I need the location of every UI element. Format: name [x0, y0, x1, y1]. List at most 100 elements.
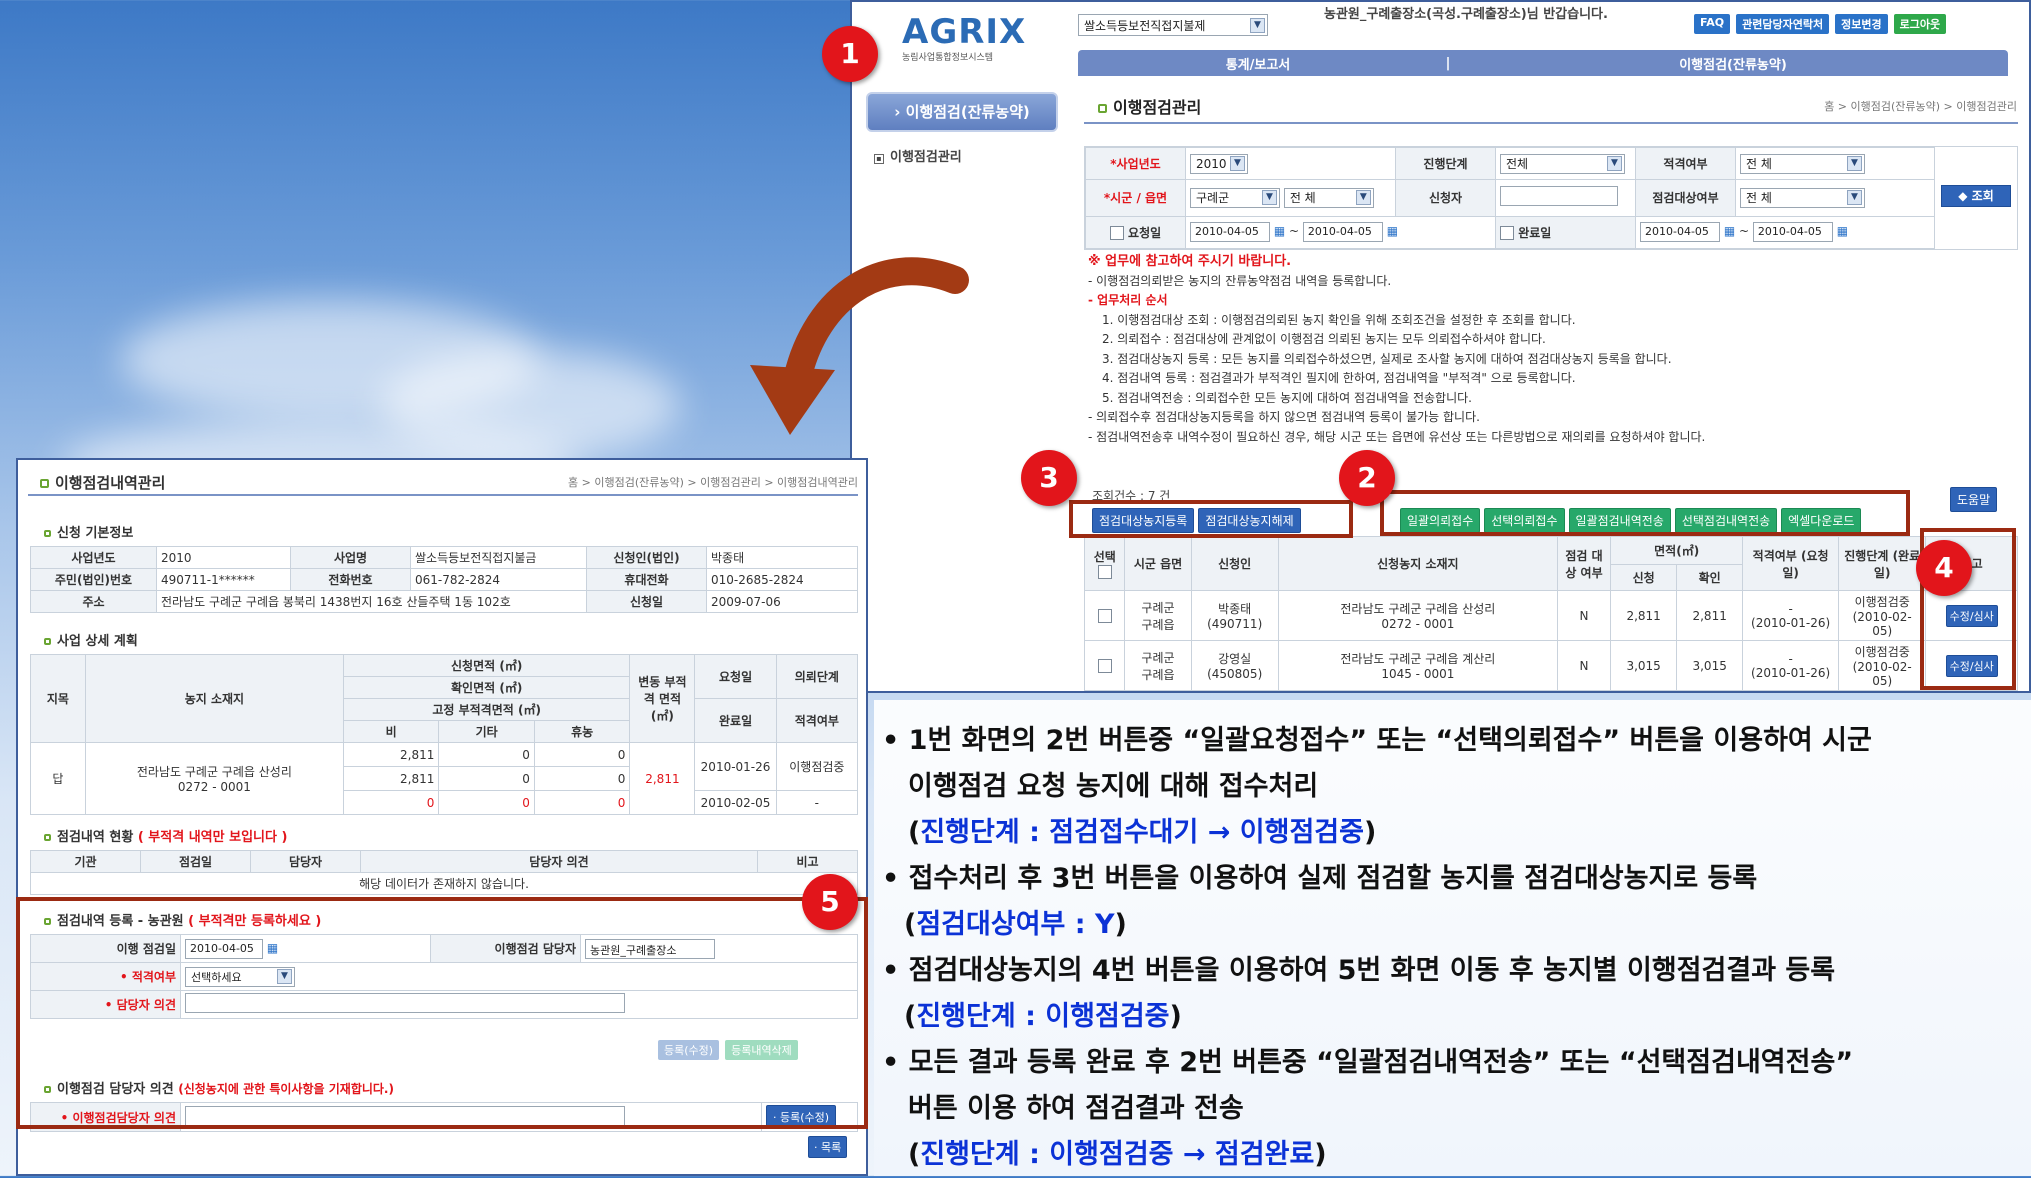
target-select[interactable]: 전 체 ▼: [1740, 187, 1865, 208]
col-fit: 적격여부 (요청일): [1742, 536, 1840, 591]
fit-label: 적격여부: [1635, 146, 1736, 181]
col-area-conf: 확인면적 (㎡): [342, 676, 631, 699]
list-button[interactable]: · 목록: [808, 1136, 848, 1158]
help-button-label: 도움말: [1950, 487, 1998, 512]
profile-button[interactable]: 정보변경: [1835, 14, 1888, 34]
applicant-input[interactable]: [1500, 186, 1618, 207]
calendar-icon[interactable]: ▦: [1387, 224, 1398, 238]
label: 신청일: [586, 590, 707, 613]
col-jimok: 지목: [30, 654, 86, 743]
table-row[interactable]: 구례군 구례읍 박종태 (490711) 전라남도 구례군 구례읍 산성리 0272 …: [1083, 590, 2018, 641]
instruction-line: (진행단계 : 점검접수대기 → 이행점검중): [882, 810, 2031, 856]
paren: (: [904, 1001, 917, 1032]
label: 휴대전화: [586, 568, 707, 591]
stage-highlight: 점검대상여부 : Y: [916, 909, 1115, 940]
title-divider: [28, 494, 858, 496]
cell-parcel: 0272 - 0001: [177, 780, 251, 794]
chevron-down-icon: ▼: [1355, 190, 1371, 206]
help-button[interactable]: 도움말: [1950, 487, 1998, 512]
col-location: 신청농지 소재지: [1277, 536, 1558, 591]
fit-select[interactable]: 전 체 ▼: [1740, 153, 1865, 174]
col-target: 점검 대상 여부: [1556, 536, 1612, 591]
nav-divider: |: [1445, 55, 1451, 71]
cell-req-date: 2010-01-26: [694, 742, 777, 791]
paren: ): [1363, 817, 1377, 848]
stage-highlight: 진행단계 : 점검접수대기 → 이행점검중: [920, 817, 1364, 848]
req-date-checkbox[interactable]: [1109, 226, 1124, 241]
req-from-input[interactable]: 2010-04-05: [1190, 222, 1270, 243]
calendar-icon[interactable]: ▦: [1274, 224, 1285, 238]
nav-stats[interactable]: 통계/보고서: [1078, 54, 1438, 73]
cell-area-req: 3,015: [1610, 640, 1678, 691]
value: 010-2685-2824: [706, 568, 858, 591]
chevron-down-icon: ▼: [1847, 156, 1862, 172]
program-select-value: 쌀소득등보전직접지불제: [1084, 18, 1206, 33]
select-all-checkbox[interactable]: [1097, 565, 1112, 580]
notice-line: - 점검내역전송후 내역수정이 필요하신 경우, 해당 시군 또는 읍면에 유선…: [1088, 429, 1706, 444]
stage-select[interactable]: 전체 ▼: [1500, 153, 1625, 174]
table-header-row: 선택 시군 읍면 신청인 신청농지 소재지 점검 대상 여부 면적(㎡) 적격여…: [1083, 536, 2018, 591]
nav-inspection[interactable]: 이행점검(잔류농약): [1458, 54, 2008, 73]
search-button[interactable]: ◆ 조회: [1941, 185, 2011, 207]
cell-location: 전라남도 구례군 구례읍 계산리: [1340, 652, 1496, 666]
detail-breadcrumb: 홈 > 이행점검(잔류농약) > 이행점검관리 > 이행점검내역관리: [568, 476, 858, 489]
label: 사업년도: [30, 546, 157, 569]
stage-value: 전체: [1506, 157, 1529, 172]
col-stage: 의뢰단계: [775, 654, 859, 699]
calendar-icon[interactable]: ▦: [1837, 224, 1848, 238]
row-checkbox[interactable]: [1097, 608, 1112, 623]
county-value: 구례군: [1196, 191, 1230, 206]
calendar-icon[interactable]: ▦: [1724, 224, 1735, 238]
cell-stage: 이행점검중: [1854, 595, 1910, 609]
basic-info-table: 사업년도 2010 사업명 쌀소득등보전직접지불금 신청인(법인) 박종태 주민(법인)번…: [30, 546, 858, 613]
logo-text: AGRIX: [902, 12, 1027, 52]
highlight-box-5: [16, 897, 868, 1129]
notice-line: 2. 의뢰접수 : 점검대상에 관계없이 이행점검 의뢰된 농지는 모두 의뢰접…: [1102, 332, 1546, 346]
cell-change: 2,811: [629, 742, 696, 815]
done-to-input[interactable]: 2010-04-05: [1752, 222, 1833, 243]
cell-id: (450805): [1207, 667, 1263, 681]
contacts-button[interactable]: 관련담당자연락처: [1736, 14, 1830, 34]
row-checkbox[interactable]: [1097, 658, 1112, 673]
faq-button[interactable]: FAQ: [1694, 14, 1731, 34]
sidebar-item-inspection-mgmt[interactable]: ▪ 이행점검관리: [874, 146, 1062, 165]
cell-jimok: 답: [30, 742, 86, 815]
county-select[interactable]: 구례군 ▼: [1190, 187, 1280, 208]
col-area-req: 신청: [1610, 564, 1678, 591]
col-change: 변동 부적격 면적 (㎡): [629, 654, 696, 743]
paren: ): [1114, 909, 1127, 940]
paren: ): [1314, 1139, 1327, 1170]
detail-page-title: 이행점검내역관리: [40, 472, 165, 493]
year-select[interactable]: 2010 ▼: [1190, 153, 1248, 174]
year-label: *사업년도: [1110, 157, 1161, 172]
done-date-checkbox[interactable]: [1500, 226, 1514, 241]
marker-2: 2: [1339, 450, 1395, 506]
notice-box: ※ 업무에 참고하여 주시기 바랍니다. - 이행점검의뢰받은 농지의 잔류농약…: [1088, 252, 2008, 447]
marker-4: 4: [1916, 540, 1972, 596]
town-select[interactable]: 전 체 ▼: [1283, 187, 1374, 208]
program-select[interactable]: 쌀소득등보전직접지불제 ▼: [1078, 14, 1268, 36]
title-divider: [1084, 122, 2018, 124]
value: 2010: [156, 546, 291, 569]
table-row[interactable]: 구례군 구례읍 강영실 (450805) 전라남도 구례군 구례읍 계산리 1045 …: [1083, 640, 2018, 691]
logout-button[interactable]: 로그아웃: [1893, 14, 1947, 34]
col-stage: 진행단계 (완료일): [1838, 536, 1927, 591]
req-to-input[interactable]: 2010-04-05: [1302, 222, 1383, 243]
notice-title: ※ 업무에 참고하여 주시기 바랍니다.: [1088, 254, 1292, 269]
section-basic-title: 신청 기본정보: [44, 522, 133, 541]
value: 전라남도 구례군 구례읍 봉북리 1438번지 16호 산들주택 1동 102호: [156, 590, 587, 613]
col: 담당자: [250, 850, 361, 873]
sidebar-item-label: 이행점검관리: [890, 150, 962, 165]
req-date-label: 요청일: [1128, 225, 1162, 240]
sidebar-menu-title[interactable]: › 이행점검(잔류농약): [866, 92, 1058, 132]
done-from-input[interactable]: 2010-04-05: [1640, 222, 1720, 243]
instruction-line: • 모든 결과 등록 완료 후 2번 버튼중 “일괄점검내역전송” 또는 “선택…: [882, 1047, 1854, 1078]
chevron-down-icon: ▼: [1230, 156, 1245, 172]
cell-fit: -: [1788, 651, 1793, 666]
agrix-logo[interactable]: AGRIX 농림사업통합정보시스템: [902, 12, 1032, 72]
applicant-label: 신청자: [1395, 179, 1496, 217]
value: 061-782-2824: [410, 568, 587, 591]
main-nav: 통계/보고서 | 이행점검(잔류농약): [1078, 50, 2008, 76]
paren: (: [908, 1139, 921, 1170]
cell-fit: -: [1788, 601, 1793, 616]
